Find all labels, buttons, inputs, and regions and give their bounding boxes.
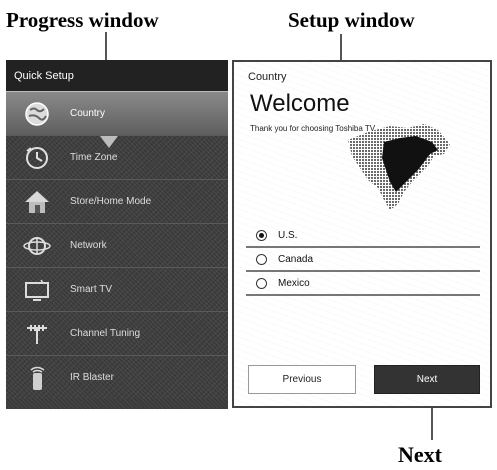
home-icon xyxy=(22,187,52,217)
option-label: Mexico xyxy=(278,277,310,289)
step-ir-blaster[interactable]: IR Blaster xyxy=(6,355,228,399)
step-label: Channel Tuning xyxy=(70,328,141,339)
option-us[interactable]: U.S. xyxy=(246,224,480,248)
quick-setup-header: Quick Setup xyxy=(6,60,228,91)
step-label: Store/Home Mode xyxy=(70,196,152,207)
radio-button[interactable] xyxy=(256,253,267,265)
step-channel-tuning[interactable]: Channel Tuning xyxy=(6,311,228,355)
step-store-home-mode[interactable]: Store/Home Mode xyxy=(6,179,228,223)
country-options: U.S. Canada Mexico xyxy=(246,224,480,296)
step-time-zone[interactable]: Time Zone xyxy=(6,135,228,179)
setup-window: Country Welcome Thank you for choosing T… xyxy=(232,60,492,408)
radio-button-selected[interactable] xyxy=(256,229,267,241)
step-label: Smart TV xyxy=(70,284,113,295)
option-label: U.S. xyxy=(278,229,298,241)
option-mexico[interactable]: Mexico xyxy=(246,272,480,296)
option-label: Canada xyxy=(278,253,314,265)
previous-button[interactable]: Previous xyxy=(248,365,356,394)
network-icon xyxy=(22,231,52,261)
step-network[interactable]: Network xyxy=(6,223,228,267)
step-label: IR Blaster xyxy=(70,372,114,383)
next-callout: Next xyxy=(398,442,442,467)
step-country[interactable]: Country xyxy=(6,91,228,135)
north-america-map xyxy=(348,124,450,210)
tv-icon xyxy=(22,275,52,305)
step-label: Time Zone xyxy=(70,152,118,163)
setup-window-callout: Setup window xyxy=(288,8,415,32)
next-button[interactable]: Next xyxy=(374,365,480,394)
step-label: Network xyxy=(70,240,107,251)
progress-window: Quick Setup Country Time Zone Store/Home… xyxy=(6,60,228,409)
step-smart-tv[interactable]: Smart TV xyxy=(6,267,228,311)
setup-title: Country xyxy=(248,71,287,83)
welcome-heading: Welcome xyxy=(250,90,350,117)
globe-icon xyxy=(22,99,52,129)
step-label: Country xyxy=(70,108,106,119)
progress-window-callout: Progress window xyxy=(6,8,159,32)
active-step-pointer xyxy=(100,136,118,148)
clock-icon xyxy=(22,143,52,173)
antenna-icon xyxy=(22,319,52,349)
radio-button[interactable] xyxy=(256,277,267,289)
option-canada[interactable]: Canada xyxy=(246,248,480,272)
ir-blaster-icon xyxy=(22,363,52,393)
